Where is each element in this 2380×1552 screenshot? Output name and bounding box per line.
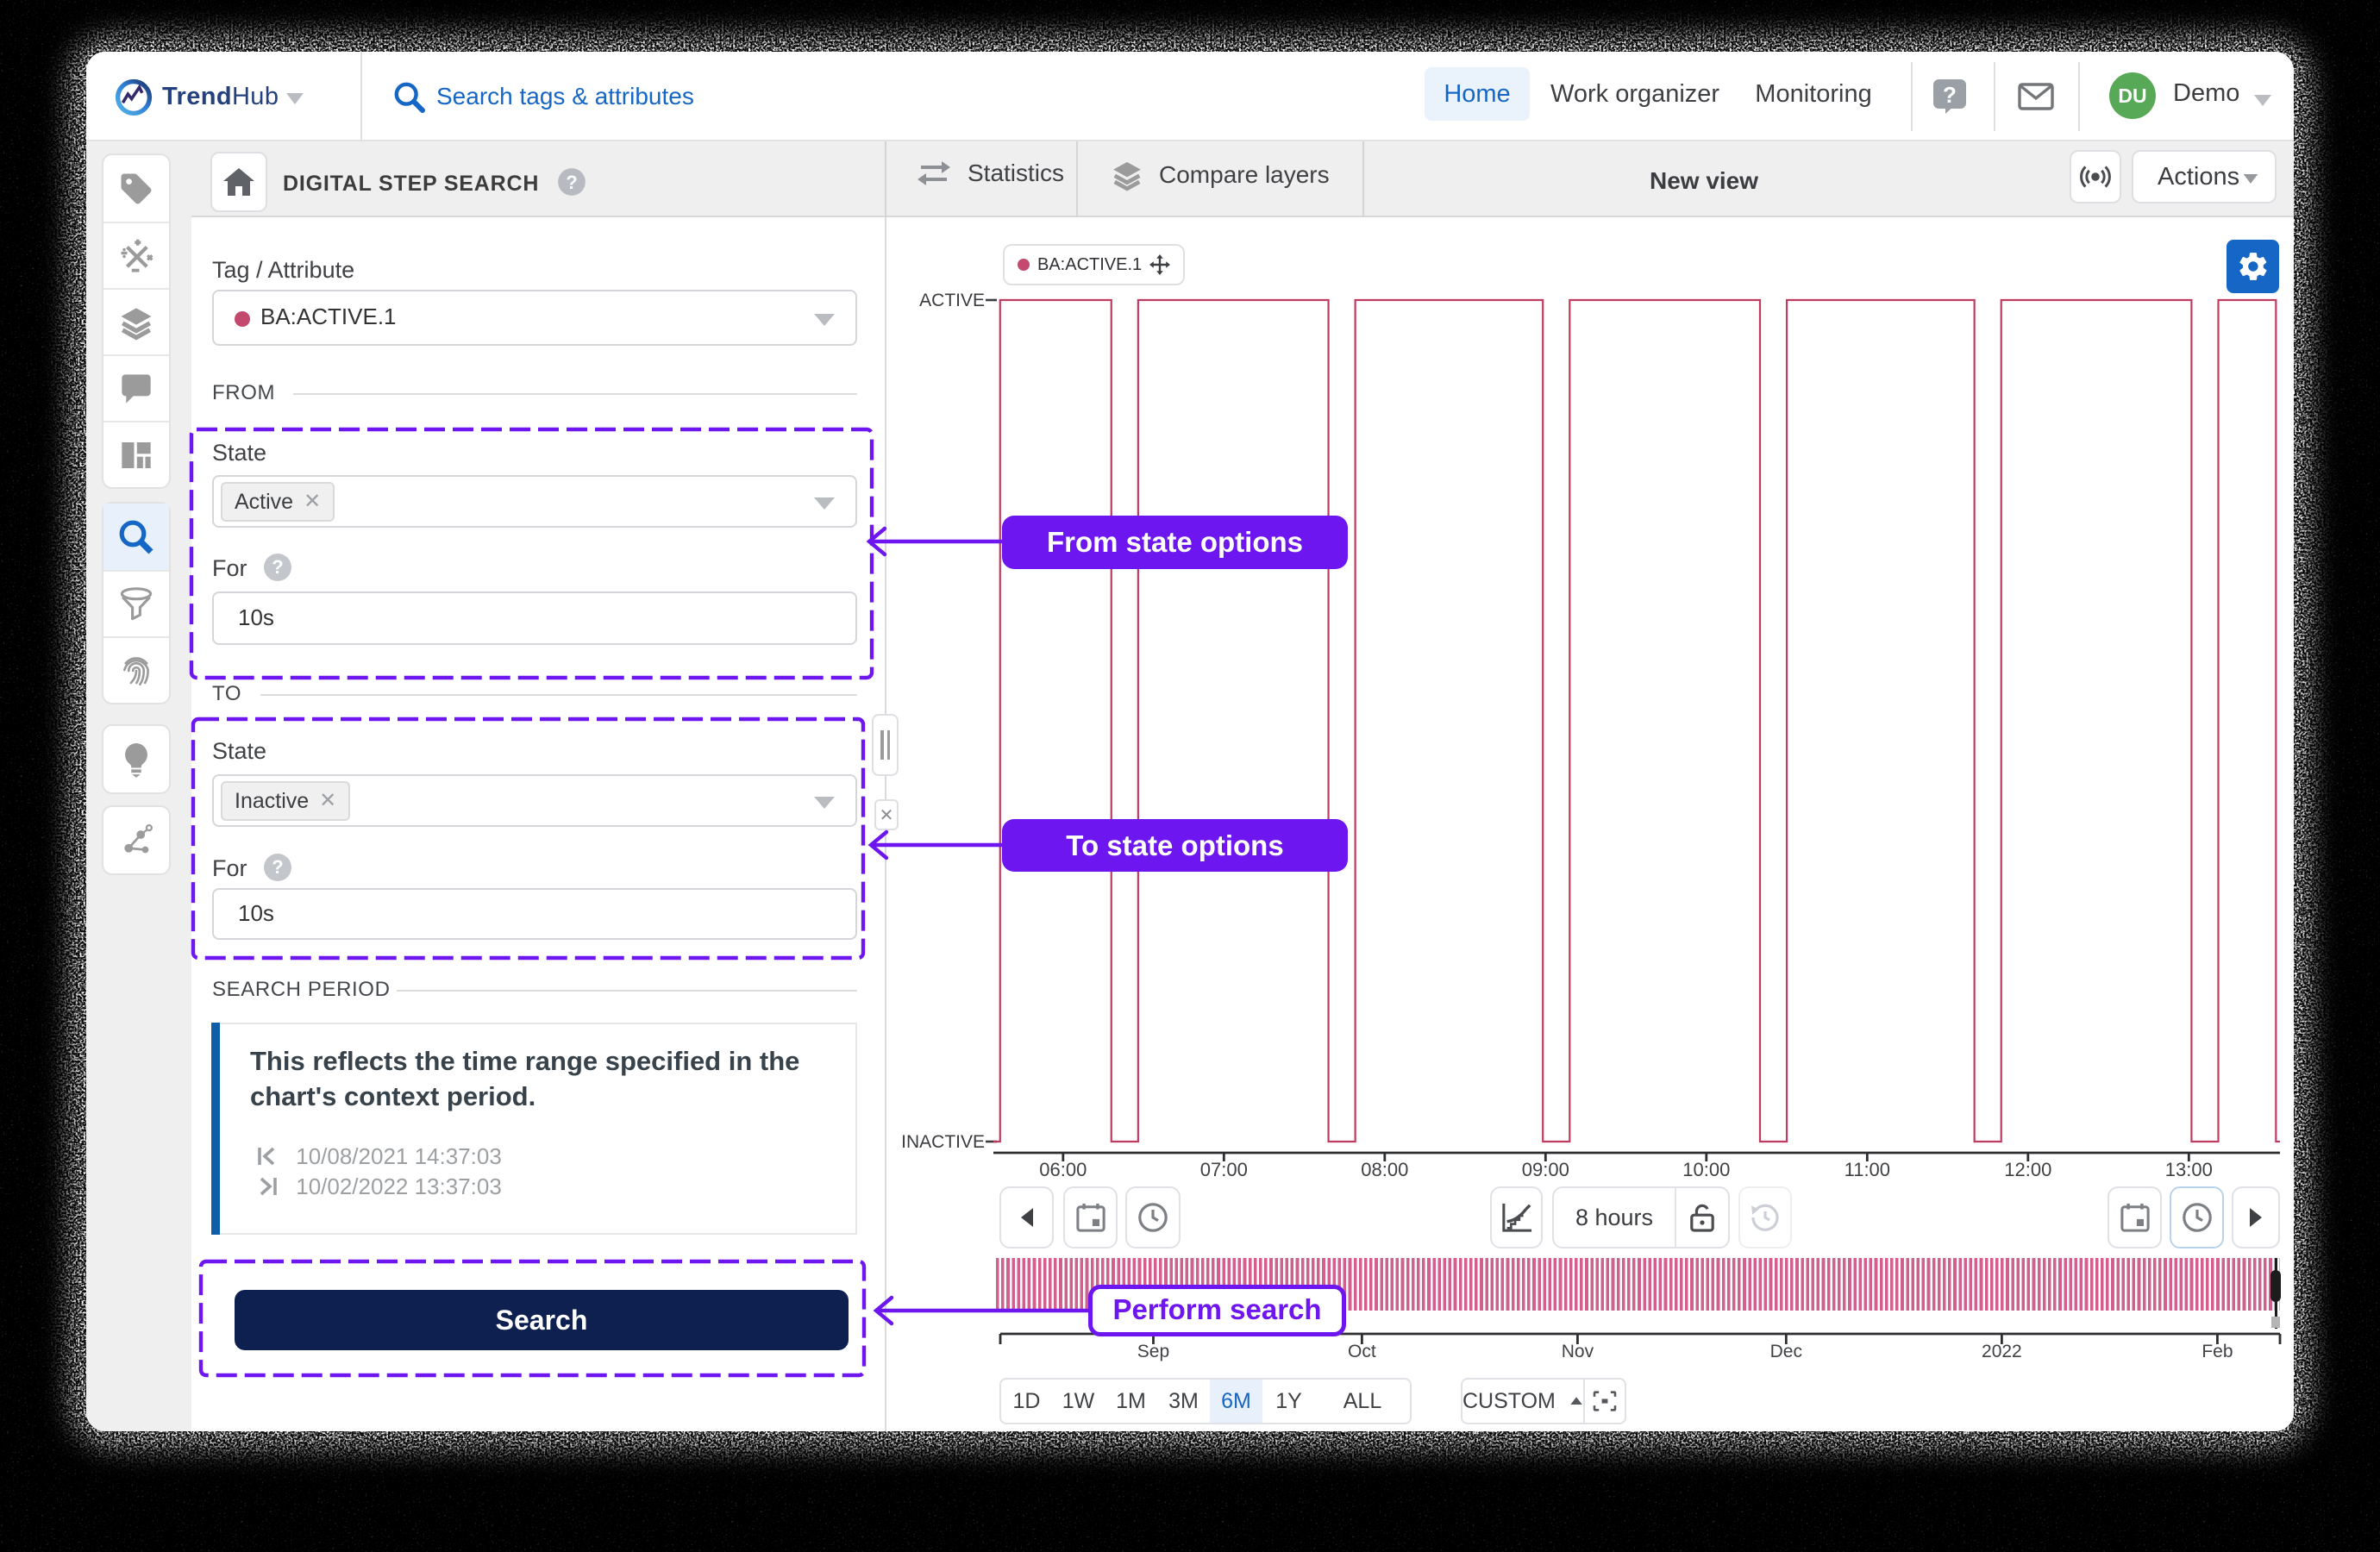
selection-box-icon bbox=[1593, 1391, 1617, 1411]
x-tick-label: 08:00 bbox=[1361, 1159, 1409, 1180]
splitter-handle[interactable] bbox=[872, 714, 899, 776]
x-tick-label: 07:00 bbox=[1199, 1159, 1248, 1180]
pan-right-button[interactable] bbox=[2232, 1186, 2280, 1248]
range-button-6m[interactable]: 6M bbox=[1210, 1378, 1264, 1424]
pan-left-button[interactable] bbox=[999, 1186, 1054, 1248]
x-tick-label: 06:00 bbox=[1039, 1159, 1087, 1180]
range-button-1d[interactable]: 1D bbox=[999, 1378, 1054, 1424]
calendar-right-button[interactable] bbox=[2108, 1186, 2162, 1248]
range-button-3m[interactable]: 3M bbox=[1157, 1378, 1212, 1424]
range-button-1w[interactable]: 1W bbox=[1052, 1378, 1106, 1424]
clock-left-button[interactable] bbox=[1125, 1186, 1181, 1248]
lock-duration-button[interactable] bbox=[1676, 1203, 1728, 1232]
clock-icon bbox=[1138, 1203, 1168, 1232]
history-button[interactable] bbox=[1738, 1186, 1792, 1248]
step-chart-mode-button[interactable] bbox=[1490, 1186, 1543, 1248]
range-button-1y[interactable]: 1Y bbox=[1262, 1378, 1317, 1424]
y-label-active: ACTIVE bbox=[919, 291, 985, 310]
triangle-right-icon bbox=[2250, 1208, 2262, 1227]
step-wave-series bbox=[993, 298, 2280, 1143]
panel-collapse-icon: ✕ bbox=[879, 805, 894, 825]
calendar-icon bbox=[1075, 1203, 1105, 1232]
x-tick-label: 09:00 bbox=[1521, 1159, 1569, 1180]
timeline-month-label: 2022 bbox=[1982, 1342, 2022, 1361]
clock-icon bbox=[2182, 1203, 2212, 1232]
step-chart-icon bbox=[1501, 1203, 1531, 1232]
lock-icon bbox=[1690, 1204, 1714, 1232]
calendar-icon bbox=[2120, 1203, 2150, 1232]
annotation-from-state-options: From state options bbox=[1002, 516, 1348, 569]
app-window: TrendHub Search tags & attributes Home W… bbox=[86, 52, 2294, 1431]
custom-range-picker-button[interactable] bbox=[1583, 1378, 1626, 1424]
panel-collapse-button[interactable]: ✕ bbox=[874, 799, 899, 830]
range-button-all[interactable]: ALL bbox=[1315, 1378, 1412, 1424]
caret-up-icon bbox=[1570, 1397, 1582, 1405]
triangle-left-icon bbox=[1020, 1208, 1033, 1227]
annotation-perform-search: Perform search bbox=[1088, 1285, 1346, 1336]
annotation-to-state-options: To state options bbox=[1002, 819, 1348, 872]
splitter-grip-line bbox=[880, 730, 884, 760]
timeline-month-label: Dec bbox=[1769, 1342, 1802, 1361]
duration-value[interactable]: 8 hours bbox=[1554, 1205, 1675, 1231]
timeline-month-label: Oct bbox=[1348, 1342, 1376, 1361]
y-label-inactive: INACTIVE bbox=[901, 1132, 985, 1152]
timeline-month-label: Feb bbox=[2202, 1342, 2233, 1361]
digital-step-chart bbox=[986, 298, 2282, 1344]
x-tick-label: 11:00 bbox=[1844, 1159, 1891, 1180]
timeline-month-label: Sep bbox=[1137, 1342, 1170, 1361]
overview-right-handle[interactable] bbox=[2270, 1270, 2281, 1302]
duration-lock-group: 8 hours bbox=[1552, 1186, 1730, 1248]
history-icon bbox=[1751, 1204, 1779, 1231]
x-tick-label: 10:00 bbox=[1682, 1159, 1731, 1180]
clock-right-button[interactable] bbox=[2170, 1186, 2224, 1248]
screenshot-stage: TrendHub Search tags & attributes Home W… bbox=[0, 0, 2380, 1552]
custom-range-label: CUSTOM bbox=[1462, 1388, 1556, 1413]
x-tick-label: 12:00 bbox=[2004, 1159, 2052, 1180]
custom-range-button[interactable]: CUSTOM bbox=[1461, 1378, 1585, 1424]
x-tick-label: 13:00 bbox=[2164, 1159, 2213, 1180]
calendar-left-button[interactable] bbox=[1063, 1186, 1118, 1248]
timeline-month-label: Nov bbox=[1561, 1342, 1594, 1361]
splitter-grip-line bbox=[886, 730, 890, 760]
overview-scroll-thumb[interactable] bbox=[2271, 1317, 2280, 1328]
range-button-1m[interactable]: 1M bbox=[1105, 1378, 1159, 1424]
